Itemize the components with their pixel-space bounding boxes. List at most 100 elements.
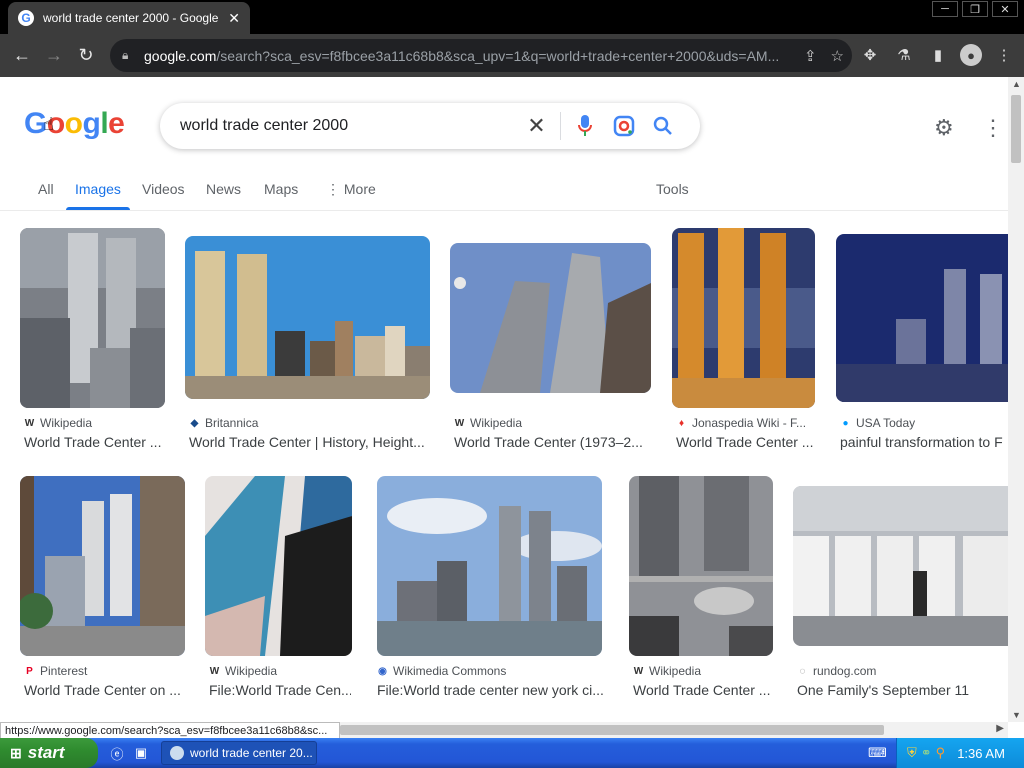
network-icon[interactable]: ⚭ [921,745,932,761]
vertical-scrollbar[interactable]: ▲ ▼ [1008,77,1024,722]
tab-close-icon[interactable]: ✕ [228,10,240,27]
result-title[interactable]: World Trade Center ... [676,434,814,450]
keyboard-icon[interactable]: ⌨ [868,745,887,761]
image-thumbnail[interactable] [672,228,815,408]
sidebar-icon[interactable]: ▮ [926,38,950,72]
reload-icon[interactable]: ↻ [70,40,102,72]
search-tray-icon[interactable]: ⚲ [936,745,946,761]
search-icon[interactable] [643,116,682,136]
result-title[interactable]: File:World trade center new york ci... [377,682,603,698]
taskbar-window-button[interactable]: world trade center 20... [161,741,317,765]
settings-gear-icon[interactable]: ⚙ [934,115,954,141]
image-thumbnail[interactable] [793,486,1008,646]
source-favicon-icon: ◆ [190,417,199,429]
scroll-down-icon[interactable]: ▼ [1012,710,1021,720]
internet-explorer-icon[interactable]: ⓔ [108,744,126,762]
chrome-icon [170,746,184,760]
result-source[interactable]: ♦ Jonaspedia Wiki - F... [676,416,806,430]
search-tabs: All Images Videos News Maps ⋮ More Tools [0,173,1008,211]
h-scrollbar-thumb[interactable] [340,725,884,735]
extensions-icon[interactable]: ✥ [858,38,882,72]
search-results-page: Google world trade center 2000 ✕ ⚙ ⋮⋮⋮ A… [0,77,1008,722]
image-thumbnail[interactable] [205,476,352,656]
omnibox-actions: ⇪ ☆ [804,39,844,72]
quick-launch: ⓔ ▣ [108,744,150,762]
profile-icon[interactable]: ● [960,44,982,66]
source-favicon-icon: P [26,665,33,677]
menu-dots-icon[interactable]: ⋮ [992,38,1016,72]
result-source[interactable]: ◉ Wikimedia Commons [377,664,506,678]
minimize-button[interactable]: ─ [932,1,958,17]
apps-grid-icon[interactable]: ⋮⋮⋮ [982,115,1008,141]
tab-news[interactable]: News [206,181,241,197]
restore-button[interactable]: ❐ [962,1,988,17]
source-favicon-icon: ◌ [799,665,806,677]
result-source[interactable]: W Wikipedia [24,416,92,430]
divider [560,112,561,140]
result-source[interactable]: W Wikipedia [209,664,277,678]
tab-maps[interactable]: Maps [264,181,298,197]
source-favicon-icon: ◉ [378,665,387,677]
image-thumbnail[interactable] [20,228,165,408]
bookmark-star-icon[interactable]: ☆ [831,47,844,65]
clear-icon[interactable]: ✕ [517,113,556,139]
tab-images[interactable]: Images [75,181,121,197]
forward-arrow-icon[interactable]: → [38,40,70,72]
show-desktop-icon[interactable]: ▣ [132,744,150,762]
tools-button[interactable]: Tools [656,181,689,197]
result-source[interactable]: P Pinterest [24,664,87,678]
horizontal-scrollbar[interactable]: ▶ [340,722,1008,738]
image-thumbnail[interactable] [450,243,651,393]
lock-icon[interactable]: 🔒︎ [122,48,136,63]
taskbar-window-label: world trade center 20... [190,746,313,760]
result-title[interactable]: World Trade Center on ... [24,682,184,698]
image-thumbnail[interactable] [20,476,185,656]
source-favicon-icon: ● [842,417,849,429]
lens-icon[interactable] [604,115,643,137]
mouse-cursor-icon: ☝︎ [43,114,54,134]
back-arrow-icon[interactable]: ← [6,40,38,72]
source-favicon-icon: W [24,417,35,429]
result-title[interactable]: World Trade Center ... [24,434,164,450]
google-logo[interactable]: Google [24,107,125,141]
screen: G world trade center 2000 - Google Se ✕ … [0,0,1024,768]
scrollbar-thumb[interactable] [1011,95,1021,163]
start-button[interactable]: ⊞ start [0,738,98,768]
url-text: google.com/search?sca_esv=f8fbcee3a11c68… [144,48,794,64]
result-title[interactable]: painful transformation to F [840,434,1008,450]
scroll-right-icon[interactable]: ▶ [996,723,1004,734]
google-favicon-icon: G [18,10,34,26]
result-source[interactable]: ● USA Today [840,416,915,430]
clock[interactable]: 1:36 AM [957,746,1005,761]
security-shield-icon[interactable]: ⛨ [907,745,917,761]
result-title[interactable]: File:World Trade Cen... [209,682,351,698]
lab-flask-icon[interactable]: ⚗︎ [892,38,916,72]
tab-more[interactable]: ⋮ More [326,181,376,198]
tab-all[interactable]: All [38,181,54,197]
result-source[interactable]: ◆ Britannica [189,416,259,430]
result-source[interactable]: W Wikipedia [454,416,522,430]
result-source[interactable]: ◌ rundog.com [797,664,877,678]
tab-videos[interactable]: Videos [142,181,185,197]
result-source[interactable]: W Wikipedia [633,664,701,678]
image-thumbnail[interactable] [836,234,1008,402]
share-icon[interactable]: ⇪ [804,47,817,65]
address-bar[interactable]: 🔒︎ google.com/search?sca_esv=f8fbcee3a11… [110,39,852,72]
url-host: google.com [144,47,217,64]
result-title[interactable]: World Trade Center ... [633,682,773,698]
source-name: rundog.com [813,664,877,678]
mic-icon[interactable] [565,115,604,137]
close-window-button[interactable]: ✕ [992,1,1018,17]
scroll-up-icon[interactable]: ▲ [1012,79,1021,89]
image-thumbnail[interactable] [629,476,773,656]
result-title[interactable]: One Family's September 11 [797,682,1007,698]
result-title[interactable]: World Trade Center | History, Height... [189,434,429,450]
browser-tab[interactable]: G world trade center 2000 - Google Se ✕ [8,2,250,34]
start-label: start [27,743,65,762]
search-box[interactable]: world trade center 2000 ✕ [160,103,700,149]
result-title[interactable]: World Trade Center (1973–2... [454,434,650,450]
search-input[interactable]: world trade center 2000 [180,117,520,135]
image-thumbnail[interactable] [185,236,430,399]
source-favicon-icon: W [633,665,644,677]
image-thumbnail[interactable] [377,476,602,656]
